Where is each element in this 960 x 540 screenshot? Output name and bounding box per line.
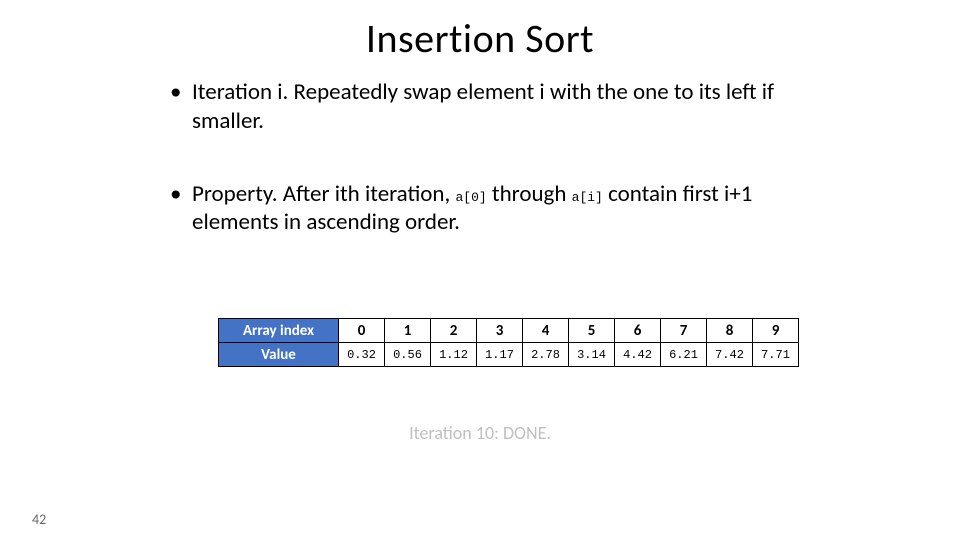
val-cell: 1.12 [431, 343, 477, 367]
idx-cell: 4 [523, 319, 569, 343]
bullet-property: Property. After ith iteration, a[0] thro… [170, 180, 810, 238]
val-cell: 0.32 [339, 343, 385, 367]
val-cell: 7.71 [753, 343, 799, 367]
page-number: 42 [32, 511, 46, 528]
idx-cell: 7 [661, 319, 707, 343]
slide: Insertion Sort Iteration i. Repeatedly s… [0, 0, 960, 540]
val-cell: 6.21 [661, 343, 707, 367]
array-table: Array index 0 1 2 3 4 5 6 7 8 9 Value 0.… [218, 318, 799, 367]
idx-cell: 0 [339, 319, 385, 343]
idx-cell: 2 [431, 319, 477, 343]
idx-cell: 1 [385, 319, 431, 343]
idx-cell: 3 [477, 319, 523, 343]
idx-cell: 8 [707, 319, 753, 343]
page-title: Insertion Sort [0, 14, 960, 63]
val-cell: 4.42 [615, 343, 661, 367]
idx-cell: 5 [569, 319, 615, 343]
bullet-iteration: Iteration i. Repeatedly swap element i w… [170, 78, 810, 136]
row-label-index: Array index [219, 319, 339, 343]
code-a0: a[0] [455, 190, 486, 205]
val-cell: 2.78 [523, 343, 569, 367]
idx-cell: 6 [615, 319, 661, 343]
bullet-property-text-b: through [487, 180, 572, 208]
val-cell: 7.42 [707, 343, 753, 367]
body-text: Iteration i. Repeatedly swap element i w… [170, 78, 810, 281]
bullet-property-text-a: Property. After ith iteration, [192, 180, 455, 208]
iteration-caption: Iteration 10: DONE. [0, 422, 960, 444]
table-row: Value 0.32 0.56 1.12 1.17 2.78 3.14 4.42… [219, 343, 799, 367]
bullet-iteration-text: Iteration i. Repeatedly swap element i w… [192, 78, 774, 135]
code-ai: a[i] [572, 190, 603, 205]
idx-cell: 9 [753, 319, 799, 343]
val-cell: 1.17 [477, 343, 523, 367]
val-cell: 0.56 [385, 343, 431, 367]
row-label-value: Value [219, 343, 339, 367]
val-cell: 3.14 [569, 343, 615, 367]
table-row: Array index 0 1 2 3 4 5 6 7 8 9 [219, 319, 799, 343]
